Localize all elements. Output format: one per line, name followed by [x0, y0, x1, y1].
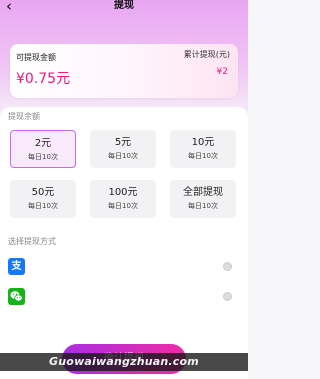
amount-section-title: 提现余额 [8, 112, 40, 121]
option-value: 5元 [114, 137, 132, 148]
total-withdrawn-label: 累计提现(元) [183, 50, 230, 59]
wechat-radio[interactable] [223, 292, 232, 301]
withdrawable-amount: ¥0.75元 [16, 71, 71, 87]
option-value: 50元 [31, 187, 55, 198]
alipay-icon: 支 [8, 258, 25, 275]
amount-option-100[interactable]: 100元 每日10次 [90, 180, 156, 218]
balance-card: 可提现金额 ¥0.75元 累计提现(元) ¥2 [10, 44, 238, 98]
amount-option-50[interactable]: 50元 每日10次 [10, 180, 76, 218]
option-limit: 每日10次 [188, 152, 218, 160]
method-section-title: 选择提现方式 [8, 237, 56, 246]
option-limit: 每日10次 [188, 202, 218, 210]
option-value: 全部提现 [183, 187, 223, 198]
watermark: Guowaiwangzhuan.com [0, 353, 248, 371]
option-limit: 每日10次 [108, 202, 138, 210]
alipay-radio[interactable] [223, 262, 232, 271]
withdrawable-label: 可提现金额 [16, 53, 56, 62]
method-wechat[interactable] [8, 286, 240, 308]
amount-option-all[interactable]: 全部提现 每日10次 [170, 180, 236, 218]
option-limit: 每日10次 [108, 152, 138, 160]
option-limit: 每日10次 [28, 202, 58, 210]
total-withdrawn-amount: ¥2 [216, 67, 228, 77]
wechat-pay-icon [8, 288, 25, 305]
option-value: 10元 [191, 137, 215, 148]
page-title: 提现 [114, 0, 134, 11]
amount-option-2[interactable]: 2元 每日10次 [10, 130, 76, 168]
option-limit: 每日10次 [28, 153, 58, 161]
method-alipay[interactable]: 支 [8, 256, 240, 278]
amount-option-5[interactable]: 5元 每日10次 [90, 130, 156, 168]
amount-option-10[interactable]: 10元 每日10次 [170, 130, 236, 168]
option-value: 2元 [34, 138, 52, 149]
option-value: 100元 [108, 187, 138, 198]
